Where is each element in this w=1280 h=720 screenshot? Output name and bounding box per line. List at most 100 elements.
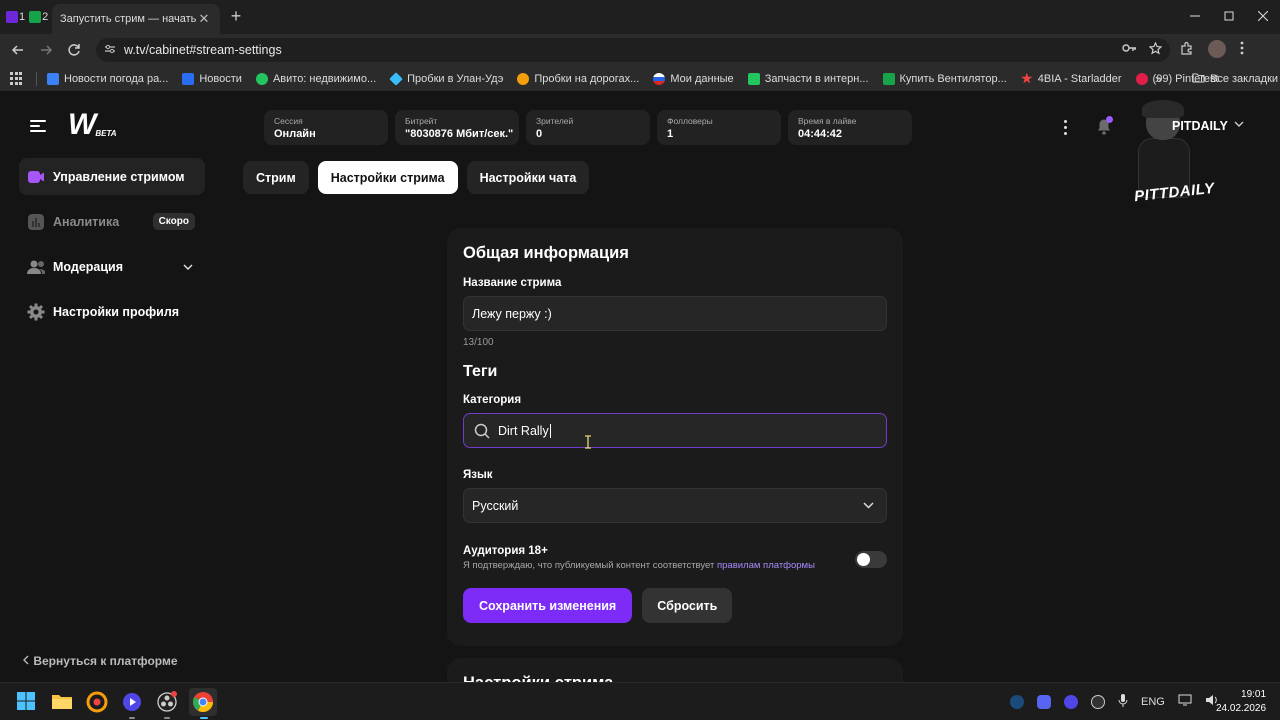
page-content: W BETA Сессия Онлайн Битрейт "8030876 Мбит… [0, 92, 1280, 682]
address-input[interactable]: w.tv/cabinet#stream-settings [96, 38, 1170, 62]
discord-icon[interactable] [1037, 694, 1051, 709]
chevron-down-icon[interactable] [1234, 118, 1244, 130]
sidebar-item-analytics[interactable]: Аналитика Скоро [19, 203, 205, 240]
system-clock[interactable]: 19:01 24.02.2026 [1216, 688, 1266, 716]
bookmark-item[interactable]: Новости [182, 72, 242, 85]
yandex-browser-icon[interactable] [86, 691, 108, 713]
stream-name-label: Название стрима [463, 277, 562, 289]
username[interactable]: PITDAILY [1172, 119, 1228, 133]
new-tab-button[interactable]: + [226, 6, 246, 26]
audience-18-toggle[interactable] [855, 551, 887, 568]
sidebar-item-moderation[interactable]: Модерация [19, 248, 205, 285]
maximize-icon[interactable] [1212, 0, 1246, 32]
stat-value: 1 [667, 128, 674, 140]
clock-time: 19:01 [1241, 689, 1267, 700]
form-actions: Сохранить изменения Сбросить [463, 588, 887, 623]
bookmark-label: Купить Вентилятор... [899, 72, 1007, 85]
pinned-tab-1[interactable]: 1 [6, 11, 25, 23]
tab-chat-settings[interactable]: Настройки чата [466, 161, 590, 194]
obs-studio-icon[interactable] [156, 691, 178, 713]
steam-icon[interactable] [1010, 694, 1024, 709]
bookmark-item[interactable]: Новости погода ра... [47, 72, 168, 85]
sidebar-item-profile-settings[interactable]: Настройки профиля [19, 293, 205, 330]
back-link-label: Вернуться к платформе [33, 654, 178, 668]
file-explorer-icon[interactable] [51, 691, 73, 713]
search-icon [474, 423, 490, 439]
tab-stream-settings[interactable]: Настройки стрима [317, 161, 458, 194]
bookmark-label: Пробки на дорогах... [534, 72, 640, 85]
close-window-icon[interactable] [1246, 0, 1280, 32]
chevron-down-icon[interactable] [183, 261, 193, 273]
browser-profile-avatar[interactable] [1208, 40, 1226, 58]
extensions-puzzle-icon[interactable] [1180, 41, 1194, 58]
media-player-tray-icon[interactable] [1064, 694, 1078, 709]
close-tab-icon[interactable]: ✕ [196, 11, 212, 27]
minimize-icon[interactable] [1178, 0, 1212, 32]
platform-rules-link[interactable]: правилам платформы [717, 560, 815, 571]
bookmark-item[interactable]: 4BIA - Starladder [1021, 72, 1122, 85]
folder-icon [1192, 72, 1205, 86]
site-settings-icon[interactable] [104, 43, 116, 58]
clock-date: 24.02.2026 [1216, 703, 1267, 714]
microphone-icon[interactable] [1118, 693, 1128, 710]
back-arrow-icon[interactable] [4, 36, 32, 64]
obs-tray-icon[interactable] [1091, 694, 1105, 709]
pinterest-icon [1135, 72, 1148, 85]
sidebar-item-label: Модерация [53, 259, 124, 274]
media-player-icon[interactable] [121, 691, 143, 713]
reset-button[interactable]: Сбросить [642, 588, 733, 623]
password-key-icon[interactable] [1122, 42, 1137, 58]
language-select[interactable]: Русский [463, 488, 887, 523]
bookmark-label: Запчасти в интерн... [764, 72, 869, 85]
stat-session: Сессия Онлайн [264, 110, 388, 145]
bookmark-label: Пробки в Улан-Удэ [407, 72, 504, 85]
back-to-platform-link[interactable]: Вернуться к платформе [22, 654, 178, 668]
audience-18-setting: Аудитория 18+ Я подтверждаю, что публику… [463, 545, 887, 571]
general-info-card: Общая информация Название стрима Лежу пе… [447, 228, 903, 646]
system-tray: ENG [1010, 693, 1219, 710]
bookmark-item[interactable]: Авито: недвижимо... [255, 72, 377, 85]
bookmark-item[interactable]: Пробки на дорогах... [517, 72, 640, 85]
running-indicator [129, 717, 135, 719]
save-changes-button[interactable]: Сохранить изменения [463, 588, 633, 623]
bookmark-item[interactable]: Пробки в Улан-Удэ [389, 71, 504, 86]
more-options-icon[interactable] [1064, 120, 1067, 135]
sidebar-item-stream-management[interactable]: Управление стримом [19, 158, 205, 195]
forward-arrow-icon[interactable] [32, 36, 60, 64]
tab-counter: 2 [42, 11, 49, 23]
all-bookmarks-button[interactable]: Все закладки [1192, 72, 1278, 86]
browser-menu-icon[interactable] [1240, 41, 1244, 58]
stat-label: Сессия [274, 116, 303, 126]
category-search-input[interactable]: Dirt Rally [463, 413, 887, 448]
tab-stream[interactable]: Стрим [243, 161, 309, 194]
user-avatar[interactable]: PITTDAILY [1133, 100, 1216, 218]
apps-grid-icon[interactable] [10, 71, 24, 86]
hamburger-menu-icon[interactable] [30, 120, 46, 132]
stat-value: 0 [536, 128, 543, 140]
bookmark-star-icon[interactable] [1148, 41, 1163, 58]
reload-icon[interactable] [60, 36, 88, 64]
pinned-tab-2[interactable]: 2 [29, 11, 48, 23]
bookmarks-more-button[interactable]: » [1155, 72, 1162, 86]
language-label: Язык [463, 469, 493, 481]
monitor-icon[interactable] [1178, 694, 1192, 709]
bookmark-favicon-icon [255, 72, 268, 85]
windows-start-icon[interactable] [16, 691, 38, 713]
bookmark-label: Авито: недвижимо... [272, 72, 377, 85]
language-indicator[interactable]: ENG [1141, 696, 1165, 708]
bookmark-item[interactable]: Мои данные [653, 72, 734, 85]
bookmark-label: Новости [199, 72, 242, 85]
sidebar-item-label: Управление стримом [53, 169, 185, 184]
bookmarks-bar: Новости погода ра... Новости Авито: недв… [0, 66, 1280, 92]
stream-name-input[interactable]: Лежу пержу :) [463, 296, 887, 331]
toggle-knob [857, 553, 870, 566]
bookmark-item[interactable]: Запчасти в интерн... [747, 72, 869, 85]
chrome-icon[interactable] [189, 688, 217, 716]
active-browser-tab[interactable]: Запустить стрим — начать пр ✕ [52, 4, 220, 34]
audience-note: Я подтверждаю, что публикуемый контент с… [463, 560, 887, 571]
bookmark-item[interactable]: Купить Вентилятор... [882, 72, 1007, 85]
bookmark-favicon-icon [1021, 72, 1033, 84]
site-logo[interactable]: W BETA [68, 110, 117, 140]
stat-followers: Фолловеры 1 [657, 110, 781, 145]
browser-tab-bar: 1 2 Запустить стрим — начать пр ✕ + [0, 0, 1280, 34]
